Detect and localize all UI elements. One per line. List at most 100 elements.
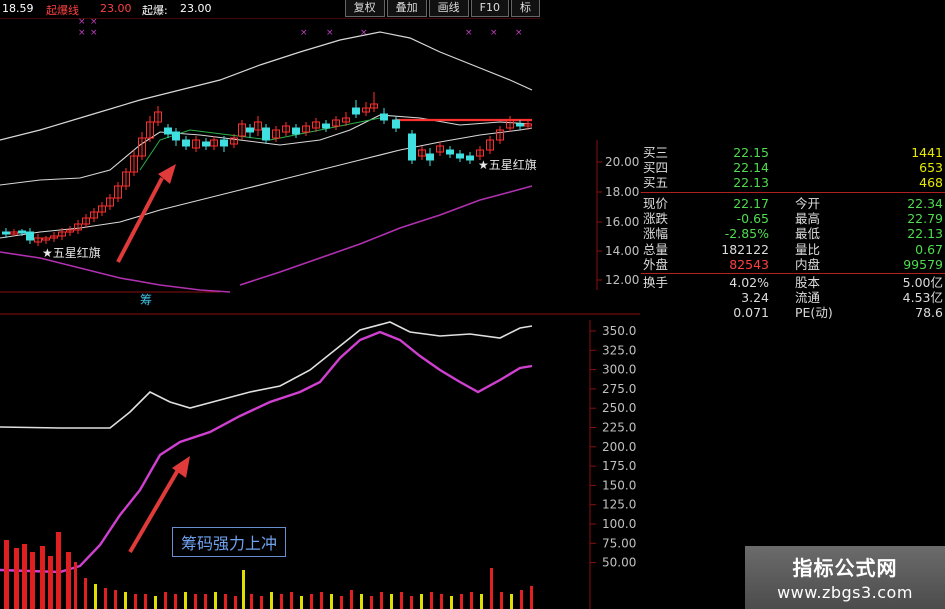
volume-bar [84, 578, 87, 609]
marker-dot: × [78, 28, 86, 38]
lower-axis-label: 350.0 [602, 324, 636, 338]
stat-value: 22.17 [733, 196, 769, 211]
band-lower [0, 127, 533, 239]
volume-bar [104, 588, 107, 609]
candle-body [392, 119, 400, 129]
volume-bar [470, 592, 473, 609]
f10-button[interactable]: F10 [470, 0, 509, 17]
stat-value-2: 78.6 [915, 305, 943, 321]
price-axis-label: 18.00 [605, 185, 639, 199]
ma-long-left [0, 251, 231, 293]
candle-body [292, 127, 300, 135]
ma-value-1: 18.59 [2, 2, 34, 15]
candle-body [172, 131, 180, 141]
volume-bar [234, 596, 237, 609]
price-axis-label: 12.00 [605, 273, 639, 287]
book-row: 买五 22.13 468 [641, 175, 945, 190]
volume-bar [204, 594, 207, 609]
site-watermark: 指标公式网 www.zbgs3.com [745, 546, 945, 609]
mark-button[interactable]: 标 [511, 0, 540, 17]
chip-surge-annotation: 筹码强力上冲 [172, 527, 287, 557]
marker-dot: × [90, 17, 98, 27]
volume-bar [370, 596, 373, 609]
volume-bar [40, 546, 45, 609]
lower-axis-label: 100.0 [602, 517, 636, 531]
volume-bar [400, 592, 403, 609]
volume-bar [174, 594, 177, 609]
volume-bar [290, 592, 293, 609]
volume-bar [300, 596, 303, 609]
stat-label-2: 流通 [795, 290, 821, 306]
candle-body [262, 127, 270, 141]
volume-bar [500, 592, 503, 609]
stat-row: 涨跌 -0.65 最高 22.79 [641, 211, 945, 226]
stat-label-2: 最高 [795, 211, 821, 227]
candle-body [2, 231, 10, 235]
ma-value-2: 23.00 [100, 2, 132, 15]
volume-bar [48, 556, 53, 609]
book-volume: 1441 [911, 145, 943, 160]
book-volume: 653 [919, 160, 943, 175]
volume-bar [154, 596, 157, 609]
candle-body [202, 141, 210, 147]
volume-bar [260, 596, 263, 609]
signal-label-left: ★五星红旗 [42, 246, 101, 260]
stat-label-2: 内盘 [795, 256, 821, 272]
arrow-shaft [128, 468, 180, 554]
candle-body [456, 153, 464, 159]
watermark-title: 指标公式网 [792, 556, 898, 580]
stat-value-2: 22.79 [907, 211, 943, 227]
volume-bar [280, 594, 283, 609]
lower-axis-label: 150.0 [602, 478, 636, 492]
stat-row: 3.24 流通 4.53亿 [641, 290, 945, 305]
book-label: 买四 [643, 160, 669, 175]
stat-label: 现价 [643, 196, 669, 211]
candle-body [380, 113, 388, 121]
ma-name-b: 起爆: [142, 4, 168, 17]
book-price: 22.14 [733, 160, 769, 175]
volume-bar [184, 592, 187, 609]
draw-line-button[interactable]: 画线 [428, 0, 469, 17]
lower-axis-label: 75.00 [602, 536, 636, 550]
lower-axis-label: 300.0 [602, 363, 636, 377]
volume-bar [134, 594, 137, 609]
volume-bar [144, 594, 147, 609]
volume-bar [420, 594, 423, 609]
book-price: 22.15 [733, 145, 769, 160]
stat-value: 3.24 [741, 290, 769, 306]
restore-rights-button[interactable]: 复权 [344, 0, 385, 17]
overlay-button[interactable]: 叠加 [386, 0, 427, 17]
arrow-shaft [116, 177, 164, 263]
volume-bar [450, 596, 453, 609]
volume-bar [194, 594, 197, 609]
volume-bar [4, 540, 9, 609]
stat-value-2: 0.67 [915, 241, 943, 257]
stat-label-2: 股本 [795, 275, 821, 290]
book-label: 买三 [643, 145, 669, 160]
lower-axis-label: 250.0 [602, 401, 636, 415]
ma-value-3: 23.00 [180, 2, 212, 15]
price-axis-label: 20.00 [605, 155, 639, 169]
quote-divider [641, 273, 945, 274]
candle-body [352, 107, 360, 115]
quote-panel: 买三 22.15 1441 买四 22.14 653 买五 22.13 468 现价 22.17 今开… [641, 136, 945, 320]
volume-bar [114, 590, 117, 609]
volume-bar [30, 552, 35, 609]
candle-body [408, 133, 416, 161]
volume-bar [530, 586, 533, 609]
stat-row: 外盘 82543 内盘 99579 [641, 257, 945, 272]
candle-body [164, 127, 172, 135]
volume-bar [320, 592, 323, 609]
stat-value-2: 4.53亿 [902, 290, 943, 306]
lower-axis-label: 175.0 [602, 459, 636, 473]
volume-bar [214, 592, 217, 609]
stat-label-2: 今开 [795, 196, 821, 211]
candle-body [246, 127, 254, 133]
candle-body [220, 139, 228, 147]
marker-dot: × [515, 28, 523, 38]
volume-bar [360, 594, 363, 609]
indicator-small-label: 筹 [140, 293, 153, 307]
book-label: 买五 [643, 175, 669, 190]
stat-row: 涨幅 -2.85% 最低 22.13 [641, 226, 945, 241]
stat-label: 外盘 [643, 256, 669, 272]
